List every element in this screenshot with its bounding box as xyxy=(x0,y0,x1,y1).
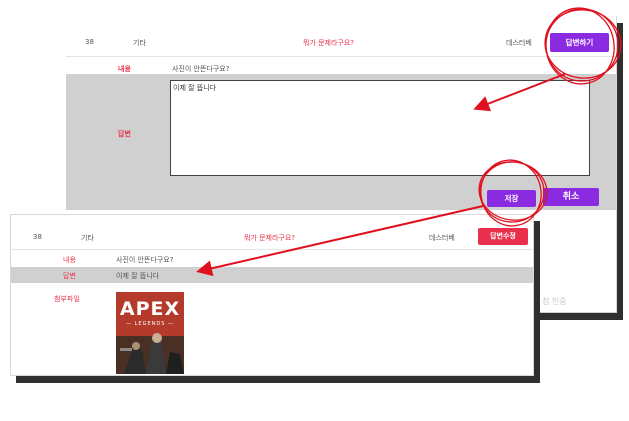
arrow-to-answer xyxy=(196,205,484,277)
arrow-to-textarea xyxy=(473,73,566,112)
annotation-overlay xyxy=(196,7,622,277)
highlight-circle-save-button xyxy=(478,159,548,227)
highlight-circle-answer-button xyxy=(544,7,622,85)
